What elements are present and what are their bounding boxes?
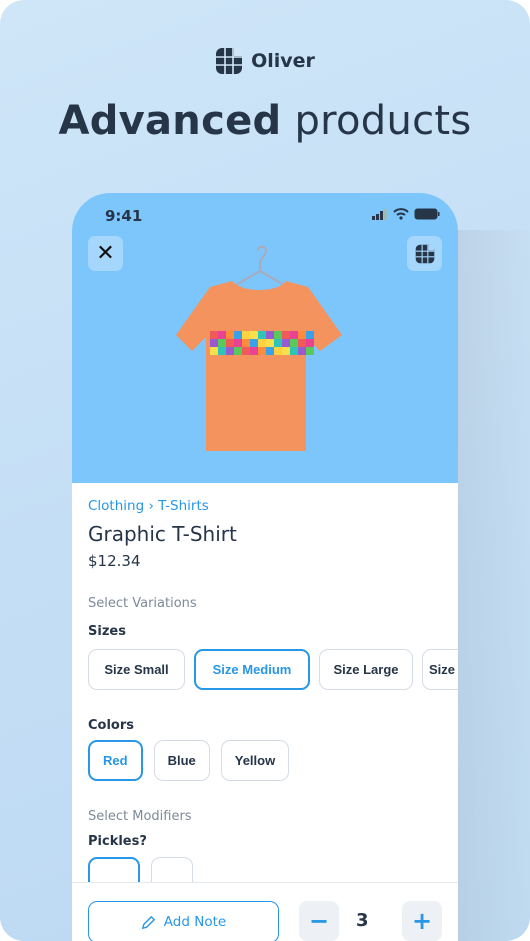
colors-label: Colors [88,718,135,733]
shirt-pattern-tile [218,331,226,339]
close-button[interactable]: ✕ [88,236,123,271]
color-red-option[interactable]: Red [88,740,143,781]
headline: Advanced products [0,98,530,144]
shirt-pattern-tile [226,331,234,339]
oliver-button[interactable] [407,236,442,271]
shirt-pattern-tile [242,331,250,339]
increase-quantity-button[interactable]: + [402,901,442,941]
shirt-pattern-tile [258,331,266,339]
shirt-pattern-tile [234,339,242,347]
tshirt-image [176,245,342,451]
sizes-label: Sizes [88,624,126,639]
shirt-pattern-tile [274,347,282,355]
shirt-pattern-tile [282,347,290,355]
product-hero: 9:41 ✕ [72,193,458,483]
brand-name: Oliver [251,50,315,72]
shirt-pattern-tile [298,347,306,355]
shirt-pattern-tile [290,339,298,347]
oliver-logo-icon [216,48,243,74]
shirt-pattern-tile [266,339,274,347]
status-icons [372,208,440,220]
shirt-pattern-tile [306,331,314,339]
headline-regular: products [294,98,472,144]
shirt-pattern-tile [290,331,298,339]
status-bar: 9:41 [105,207,440,225]
shirt-pattern-tile [242,347,250,355]
product-price: $12.34 [88,552,141,570]
product-title: Graphic T-Shirt [88,522,237,546]
modifiers-label: Select Modifiers [88,809,192,824]
shirt-pattern-tile [234,331,242,339]
size-small-option[interactable]: Size Small [88,649,185,690]
background: Oliver Advanced products 9:41 ✕ Clothing… [0,0,530,941]
shirt-pattern-tile [266,347,274,355]
add-note-label: Add Note [163,914,227,930]
shirt-pattern-tile [242,339,250,347]
variations-label: Select Variations [88,596,197,611]
color-yellow-option[interactable]: Yellow [220,740,290,781]
headline-bold: Advanced [58,98,282,144]
shirt-pattern-tile [266,331,274,339]
shirt-pattern-tile [306,347,314,355]
footer-bar: Add Note − 3 + [72,882,458,941]
shirt-pattern-tile [210,339,218,347]
status-time: 9:41 [105,207,143,225]
shirt-pattern-tile [234,347,242,355]
pencil-icon [141,915,155,929]
pickles-label: Pickles? [88,834,147,849]
shirt-pattern-tile [258,347,266,355]
shirt-pattern-tile [258,339,266,347]
shirt-pattern-tile [282,339,290,347]
shirt-pattern-tile [274,339,282,347]
breadcrumb[interactable]: Clothing › T-Shirts [88,498,442,514]
shirt-pattern-tile [250,347,258,355]
shirt-pattern-tile [306,339,314,347]
shirt-pattern-tile [218,347,226,355]
size-large-option[interactable]: Size Large [319,649,413,690]
shirt-pattern-tile [290,347,298,355]
color-blue-option[interactable]: Blue [153,740,210,781]
oliver-logo-icon [415,244,434,263]
size-more-option[interactable]: Size [422,649,458,690]
shirt-pattern-tile [250,339,258,347]
shirt-pattern-tile [226,347,234,355]
shirt-pattern-tile [218,339,226,347]
shirt-pattern-tile [250,331,258,339]
size-medium-option[interactable]: Size Medium [194,649,310,690]
shirt-pattern-tile [282,331,290,339]
shirt-pattern-tile [298,331,306,339]
add-note-button[interactable]: Add Note [88,901,279,941]
quantity-value: 3 [356,910,369,931]
phone-screen: 9:41 ✕ Clothing › T-Shirts Graphic T-Shi… [72,193,458,941]
shirt-pattern-tile [226,339,234,347]
decrease-quantity-button[interactable]: − [299,901,339,941]
shirt-pattern-tile [210,347,218,355]
shirt-pattern-tile [210,331,218,339]
brand: Oliver [0,47,530,75]
size-options: Size Small Size Medium Size Large Size [88,649,458,690]
product-details: Clothing › T-Shirts Graphic T-Shirt $12.… [72,483,458,898]
close-icon: ✕ [96,241,115,266]
shirt-pattern-tile [298,339,306,347]
shirt-pattern-tile [274,331,282,339]
color-options: Red Blue Yellow [88,740,442,781]
